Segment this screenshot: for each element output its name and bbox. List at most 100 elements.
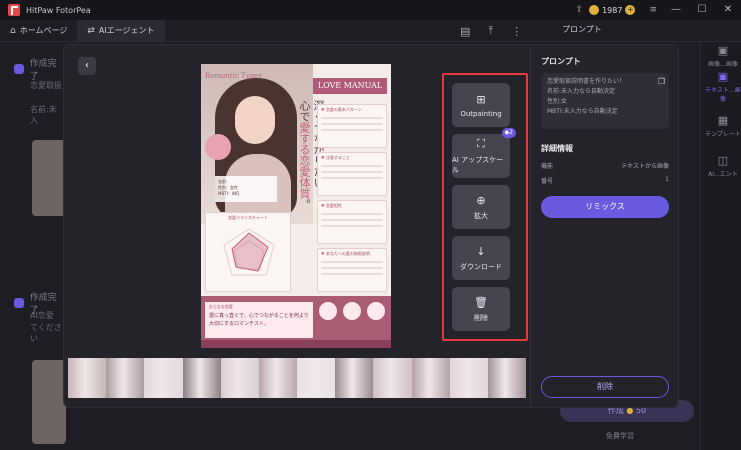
- prompt-heading: プロンプト: [541, 57, 581, 66]
- poster-card: 恋愛の基本パターン: [317, 104, 387, 148]
- thumbnail[interactable]: [487, 358, 527, 398]
- generated-image[interactable]: Romantic Types LOVE MANUAL 深くつながりたい、 心で愛…: [201, 64, 391, 348]
- poster-radar-chart: 恋愛バランスチャート: [205, 212, 291, 292]
- delete-button[interactable]: 削除: [541, 376, 669, 398]
- coin-balance[interactable]: 1987 +: [589, 5, 636, 15]
- text-image-icon: ▣: [717, 70, 729, 83]
- info-panel: プロンプト ❐ 恋愛取扱説明書を作りたい！ 名前:未入力なら自動決定 性別:女 …: [530, 45, 678, 407]
- minimize-button[interactable]: —: [663, 0, 689, 20]
- title-bar-controls: ⇪ 1987 + ≡ — ☐ ✕: [570, 0, 741, 20]
- detail-row-number: 番号 1: [541, 176, 669, 185]
- app-window: HitPaw FotorPea ⇪ 1987 + ≡ — ☐ ✕ ⌂ ホームペー…: [0, 0, 741, 450]
- right-prompt-tab[interactable]: プロンプト: [562, 24, 602, 35]
- zoom-in-icon: ⊕: [476, 193, 486, 207]
- poster-character-face: [235, 96, 275, 144]
- side-item-template[interactable]: ▦ テンプレート: [705, 114, 741, 138]
- radar-chart-graphic: [223, 228, 275, 276]
- history-thumbnail[interactable]: [32, 140, 66, 216]
- thumbnail[interactable]: [106, 358, 145, 398]
- side-item-label: テキスト...画像: [705, 87, 741, 103]
- create-label: 作成: [607, 406, 624, 415]
- poster-card-title: 注意すること: [321, 155, 383, 161]
- prompt-box: ❐ 恋愛取扱説明書を作りたい！ 名前:未入力なら自動決定 性別:女 MBTI:未…: [541, 73, 669, 129]
- thumbnail[interactable]: [297, 358, 336, 398]
- add-coins-icon[interactable]: +: [625, 5, 636, 15]
- free-learning-link[interactable]: 免費学習: [606, 431, 634, 441]
- history-item-title[interactable]: 作成完了: [14, 56, 64, 82]
- detail-value: 1: [665, 176, 669, 183]
- download-label: ダウンロード: [460, 262, 502, 271]
- nav-home-label: ホームページ: [19, 26, 68, 35]
- chevron-left-icon: ‹: [85, 60, 89, 71]
- share-icon[interactable]: ⇪: [576, 5, 584, 15]
- trash-icon: 🗑: [474, 295, 488, 309]
- thumbnail[interactable]: [182, 358, 221, 398]
- copy-icon[interactable]: ❐: [658, 77, 665, 86]
- coin-icon: ●: [626, 406, 634, 415]
- coin-count: 1987: [602, 5, 623, 15]
- app-logo-icon: [8, 4, 20, 16]
- delete-tool-button[interactable]: 🗑 削除: [452, 287, 510, 331]
- thumbnail[interactable]: [144, 358, 183, 398]
- zoom-button[interactable]: ⊕ 拡大: [452, 185, 510, 229]
- app-title: HitPaw FotorPea: [26, 5, 91, 15]
- history-item-sub: AI恋愛: [30, 311, 54, 320]
- nav-ai-agent-label: AIエージェント: [98, 26, 155, 35]
- remix-button[interactable]: リミックス: [541, 196, 669, 218]
- poster-card-title: あなたへの愛の取扱説明: [321, 251, 383, 257]
- avatar: [14, 298, 24, 308]
- upload-icon[interactable]: ⤒: [488, 24, 493, 38]
- create-cost: 50: [635, 406, 647, 415]
- thumbnail[interactable]: [411, 358, 450, 398]
- download-icon: ↓: [476, 244, 486, 258]
- side-item-image[interactable]: ▣ 画像...画像: [705, 44, 741, 68]
- poster-card: あなたへの愛の取扱説明: [317, 248, 387, 292]
- detail-row-function: 機能 テキストから画像: [541, 161, 669, 170]
- outpainting-label: Outpainting: [460, 109, 502, 118]
- delete-tool-label: 削除: [474, 313, 488, 322]
- detail-label: 番号: [541, 178, 554, 185]
- menu-icon[interactable]: ≡: [649, 5, 657, 15]
- maximize-button[interactable]: ☐: [689, 0, 715, 20]
- right-side-strip: ▣ 画像...画像 ▣ テキスト...画像 ▦ テンプレート ◫ AI...エン…: [700, 42, 741, 450]
- thumbnail[interactable]: [220, 358, 259, 398]
- poster-card: 注意すること: [317, 152, 387, 196]
- side-item-label: AI...エント: [708, 171, 738, 178]
- history-thumbnail[interactable]: [32, 360, 66, 444]
- thumbnail[interactable]: [68, 358, 107, 398]
- poster-badge: LOVE MANUAL: [313, 78, 387, 94]
- thumbnail[interactable]: [449, 358, 488, 398]
- image-detail-modal: ‹ Romantic Types LOVE MANUAL 深くつながりたい、 心…: [64, 45, 678, 407]
- more-icon[interactable]: ⋮: [511, 25, 522, 38]
- side-item-agent[interactable]: ◫ AI...エント: [705, 154, 741, 178]
- nav-ai-agent[interactable]: ⇄ AIエージェント: [77, 19, 165, 42]
- layout-icon[interactable]: ▤: [460, 25, 470, 38]
- poster-cards: 恋愛の基本パターン 注意すること 恋愛相性 あなたへの愛の取扱説明: [317, 104, 387, 296]
- prompt-line: 恋愛取扱説明書を作りたい！: [547, 78, 626, 85]
- detail-label: 機能: [541, 163, 554, 170]
- nav-home[interactable]: ⌂ ホームページ: [0, 20, 77, 42]
- poster-title-line2-pre: 心で: [298, 100, 311, 122]
- history-item-sub: てください: [30, 323, 62, 343]
- side-item-label: 画像...画像: [708, 61, 738, 68]
- star-icon: [367, 302, 385, 320]
- download-button[interactable]: ↓ ダウンロード: [452, 236, 510, 280]
- poster-card: 恋愛相性: [317, 200, 387, 244]
- poster-script-title: Romantic Types: [205, 72, 262, 80]
- details-heading: 詳細情報: [541, 144, 573, 153]
- thumbnail[interactable]: [335, 358, 374, 398]
- outpainting-button[interactable]: ⊞ Outpainting: [452, 83, 510, 127]
- side-item-text-to-image[interactable]: ▣ テキスト...画像: [705, 70, 741, 103]
- image-icon: ▣: [717, 44, 729, 57]
- history-item-label: 作成完了: [29, 59, 57, 82]
- poster-info-box: 名前： 性別：女性 MBTI：INFJ: [215, 176, 277, 202]
- side-item-label: テンプレート: [705, 131, 741, 138]
- thumbnail[interactable]: [373, 358, 412, 398]
- thumbnail[interactable]: [258, 358, 298, 398]
- ai-upscale-button[interactable]: ◆2 ⛶ AI アップスケール: [452, 128, 516, 178]
- avatar: [14, 64, 24, 74]
- zoom-label: 拡大: [474, 211, 488, 220]
- history-item-sub: 恋愛取扱: [30, 81, 62, 90]
- back-button[interactable]: ‹: [78, 57, 96, 75]
- close-button[interactable]: ✕: [715, 0, 741, 20]
